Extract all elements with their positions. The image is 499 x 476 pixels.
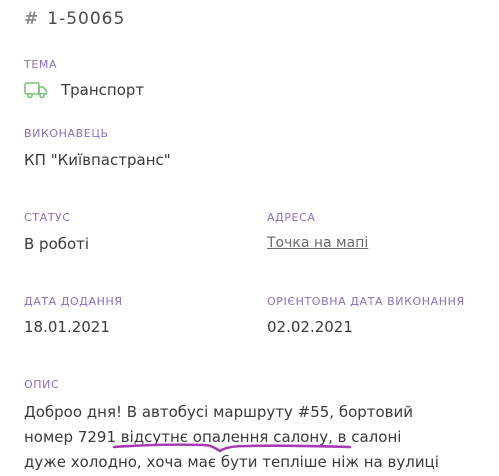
map-point-link[interactable]: Точка на мапі [267,235,368,251]
due-date-value: 02.02.2021 [267,318,353,336]
status-value: В роботі [24,235,90,253]
topic-label: ТЕМА [24,58,58,71]
address-label: АДРЕСА [267,211,316,224]
date-added-label: ДАТА ДОДАННЯ [24,295,123,308]
description-text: Доброо дня! В автобусі маршруту #55, бор… [24,400,484,475]
ticket-number: 1-50065 [47,9,126,29]
due-date-label: ОРІЄНТОВНА ДАТА ВИКОНАННЯ [267,295,465,308]
description-line: Доброо дня! В автобусі маршруту #55, бор… [24,403,414,421]
executor-label: ВИКОНАВЕЦЬ [24,127,109,140]
executor-value: КП "Київпастранс" [24,151,171,169]
topic-value: Транспорт [61,81,145,99]
handwritten-underline [112,443,352,453]
hash-icon: # [24,9,40,29]
status-label: СТАТУС [24,211,71,224]
date-added-value: 18.01.2021 [24,318,110,336]
truck-icon [24,82,48,99]
description-label: ОПИС [24,378,60,391]
ticket-id: #1-50065 [24,9,125,29]
